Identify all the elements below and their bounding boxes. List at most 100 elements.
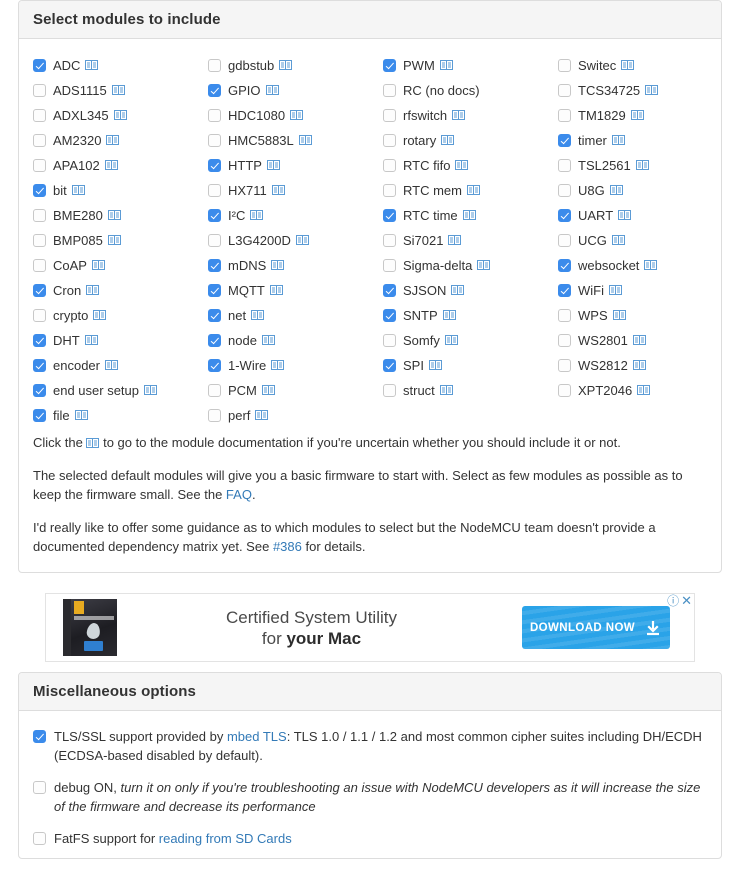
module-checkbox-sjson[interactable]: [383, 284, 396, 297]
module-row[interactable]: HTTP: [208, 153, 383, 178]
module-row[interactable]: AM2320: [33, 128, 208, 153]
module-checkbox-sntp[interactable]: [383, 309, 396, 322]
module-row[interactable]: PWM: [383, 53, 558, 78]
book-docs-icon[interactable]: [452, 110, 466, 120]
module-checkbox-pcm[interactable]: [208, 384, 221, 397]
module-checkbox-rtc-mem[interactable]: [383, 184, 396, 197]
module-row[interactable]: CoAP: [33, 253, 208, 278]
module-checkbox-tsl2561[interactable]: [558, 159, 571, 172]
module-checkbox-u8g[interactable]: [558, 184, 571, 197]
book-docs-icon[interactable]: [637, 385, 651, 395]
module-checkbox-struct[interactable]: [383, 384, 396, 397]
module-checkbox-cron[interactable]: [33, 284, 46, 297]
module-row[interactable]: MQTT: [208, 278, 383, 303]
book-docs-icon[interactable]: [271, 185, 285, 195]
module-checkbox-spi[interactable]: [383, 359, 396, 372]
module-row[interactable]: UCG: [558, 228, 733, 253]
book-docs-icon[interactable]: [251, 310, 265, 320]
module-row[interactable]: RC (no docs): [383, 78, 558, 103]
adchoices-info-icon[interactable]: ⓘ: [667, 595, 679, 607]
module-row[interactable]: ADXL345: [33, 103, 208, 128]
close-icon[interactable]: ✕: [681, 594, 692, 607]
book-docs-icon[interactable]: [74, 410, 88, 420]
book-docs-icon[interactable]: [84, 335, 98, 345]
book-docs-icon[interactable]: [635, 160, 649, 170]
module-checkbox-websocket[interactable]: [558, 259, 571, 272]
module-checkbox-bme280[interactable]: [33, 209, 46, 222]
module-row[interactable]: RTC fifo: [383, 153, 558, 178]
module-row[interactable]: SJSON: [383, 278, 558, 303]
book-docs-icon[interactable]: [298, 135, 312, 145]
module-row[interactable]: rotary: [383, 128, 558, 153]
module-checkbox-l3g4200d[interactable]: [208, 234, 221, 247]
misc-option-row[interactable]: TLS/SSL support provided by mbed TLS: TL…: [33, 727, 707, 765]
module-row[interactable]: encoder: [33, 353, 208, 378]
module-row[interactable]: BMP085: [33, 228, 208, 253]
book-docs-icon[interactable]: [632, 335, 646, 345]
module-checkbox-tcs34725[interactable]: [558, 84, 571, 97]
module-checkbox-timer[interactable]: [558, 134, 571, 147]
faq-link[interactable]: FAQ: [226, 487, 252, 502]
module-checkbox-rc-no-docs[interactable]: [383, 84, 396, 97]
module-checkbox-ws2801[interactable]: [558, 334, 571, 347]
module-row[interactable]: Cron: [33, 278, 208, 303]
book-docs-icon[interactable]: [439, 385, 453, 395]
module-row[interactable]: WS2801: [558, 328, 733, 353]
module-row[interactable]: ADS1115: [33, 78, 208, 103]
module-checkbox-uart[interactable]: [558, 209, 571, 222]
book-docs-icon[interactable]: [611, 235, 625, 245]
misc-link-tls-ssl[interactable]: mbed TLS: [227, 729, 287, 744]
book-docs-icon[interactable]: [261, 335, 275, 345]
module-row[interactable]: WiFi: [558, 278, 733, 303]
module-row[interactable]: L3G4200D: [208, 228, 383, 253]
module-checkbox-sigma-delta[interactable]: [383, 259, 396, 272]
book-docs-icon[interactable]: [295, 235, 309, 245]
module-row[interactable]: UART: [558, 203, 733, 228]
module-row[interactable]: crypto: [33, 303, 208, 328]
module-row[interactable]: HMC5883L: [208, 128, 383, 153]
module-row[interactable]: 1-Wire: [208, 353, 383, 378]
module-checkbox-perf[interactable]: [208, 409, 221, 422]
module-checkbox-http[interactable]: [208, 159, 221, 172]
module-checkbox-ucg[interactable]: [558, 234, 571, 247]
book-docs-icon[interactable]: [451, 285, 465, 295]
module-checkbox-adc[interactable]: [33, 59, 46, 72]
module-row[interactable]: Switec: [558, 53, 733, 78]
module-checkbox-end-user-setup[interactable]: [33, 384, 46, 397]
module-checkbox-adxl345[interactable]: [33, 109, 46, 122]
module-row[interactable]: Somfy: [383, 328, 558, 353]
module-row[interactable]: timer: [558, 128, 733, 153]
module-row[interactable]: PCM: [208, 378, 383, 403]
misc-link-fatfs[interactable]: reading from SD Cards: [159, 831, 292, 846]
module-checkbox-switec[interactable]: [558, 59, 571, 72]
module-checkbox-ws2812[interactable]: [558, 359, 571, 372]
book-docs-icon[interactable]: [455, 160, 469, 170]
module-row[interactable]: APA102: [33, 153, 208, 178]
module-checkbox-hmc5883l[interactable]: [208, 134, 221, 147]
advertisement-banner[interactable]: Certified System Utility for your Mac DO…: [45, 593, 695, 662]
book-docs-icon[interactable]: [609, 185, 623, 195]
module-checkbox-coap[interactable]: [33, 259, 46, 272]
module-checkbox-mdns[interactable]: [208, 259, 221, 272]
module-row[interactable]: perf: [208, 403, 383, 428]
book-docs-icon[interactable]: [462, 210, 476, 220]
book-docs-icon[interactable]: [448, 235, 462, 245]
book-docs-icon[interactable]: [104, 360, 118, 370]
module-row[interactable]: mDNS: [208, 253, 383, 278]
module-row[interactable]: node: [208, 328, 383, 353]
book-docs-icon[interactable]: [612, 310, 626, 320]
book-docs-icon[interactable]: [477, 260, 491, 270]
book-docs-icon[interactable]: [290, 110, 304, 120]
module-row[interactable]: WPS: [558, 303, 733, 328]
book-docs-icon[interactable]: [265, 85, 279, 95]
module-row[interactable]: rfswitch: [383, 103, 558, 128]
book-docs-icon[interactable]: [104, 160, 118, 170]
module-checkbox-gdbstub[interactable]: [208, 59, 221, 72]
module-checkbox-somfy[interactable]: [383, 334, 396, 347]
book-docs-icon[interactable]: [255, 410, 269, 420]
book-docs-icon[interactable]: [266, 160, 280, 170]
module-checkbox-mqtt[interactable]: [208, 284, 221, 297]
book-docs-icon[interactable]: [611, 135, 625, 145]
book-docs-icon[interactable]: [644, 260, 658, 270]
module-checkbox-bmp085[interactable]: [33, 234, 46, 247]
